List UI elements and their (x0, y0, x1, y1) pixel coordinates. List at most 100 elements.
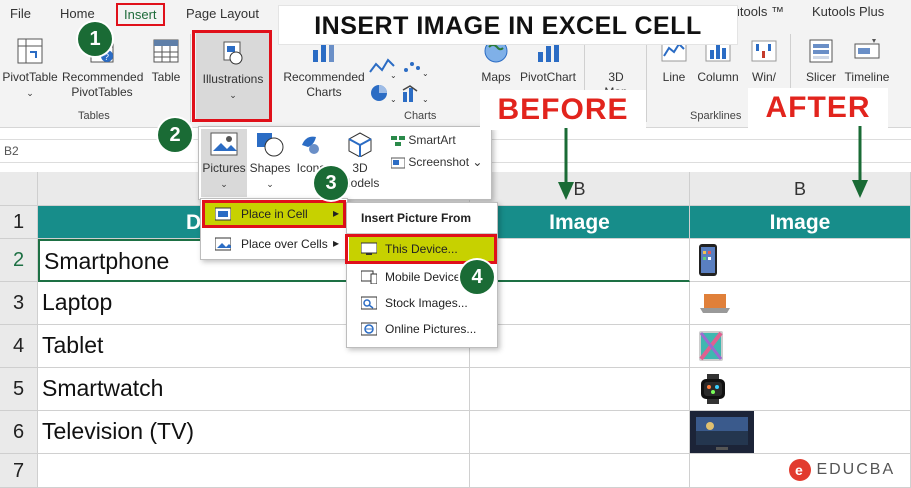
device-cell[interactable]: Television (TV) (38, 411, 470, 454)
slicer-label: Slicer (805, 70, 836, 84)
place-over-cells-icon (215, 237, 231, 251)
mobile-devices-icon (361, 270, 377, 284)
sparkline-column-label: Column (697, 70, 739, 84)
online-pictures-item[interactable]: Online Pictures... (349, 317, 495, 341)
screenshot-icon (390, 157, 406, 169)
empty-cell[interactable] (38, 454, 470, 488)
image-header-before[interactable]: Image (470, 206, 690, 239)
stock-images-label: Stock Images... (385, 296, 468, 310)
online-pictures-label: Online Pictures... (385, 322, 477, 336)
before-arrow-icon (558, 128, 574, 200)
educba-logo-icon: e (789, 459, 811, 481)
image-cell-after[interactable] (690, 282, 911, 325)
table-button[interactable]: Table (146, 36, 186, 85)
tab-kutools-plus[interactable]: Kutools Plus (812, 4, 884, 19)
row-header[interactable]: 2 (0, 239, 38, 282)
smartwatch-image (701, 374, 725, 404)
line-chart-icon[interactable]: ⌄ (368, 56, 396, 78)
educba-text: EDUCBA (816, 461, 896, 478)
3d-map-label-1: 3D (608, 70, 624, 84)
image-cell-before[interactable] (470, 325, 690, 368)
step-3-badge: 3 (314, 166, 348, 200)
tab-page-layout[interactable]: Page Layout (180, 4, 265, 23)
charts-group-label: Charts (404, 110, 437, 122)
image-cell-before[interactable] (470, 239, 690, 282)
image-cell-after[interactable] (690, 239, 911, 282)
timeline-label: Timeline (844, 70, 890, 84)
sparkline-winloss-button[interactable]: Win/ (746, 36, 782, 85)
pictures-label: Pictures (202, 161, 246, 175)
image-cell-after[interactable] (690, 411, 911, 454)
empty-cell[interactable] (470, 454, 690, 488)
column-header-b-after[interactable]: B (690, 172, 911, 206)
screenshot-button[interactable]: Screenshot ⌄ (390, 155, 482, 169)
icons-icon (302, 136, 319, 154)
row-header[interactable]: 7 (0, 454, 38, 488)
stock-images-icon (361, 296, 377, 310)
timeline-button[interactable]: Timeline (842, 36, 892, 85)
pivot-table-icon (17, 38, 43, 64)
pie-chart-icon[interactable]: ⌄ (368, 82, 396, 104)
sparklines-group-label: Sparklines (690, 110, 742, 122)
smartart-label: SmartArt (408, 133, 456, 147)
submenu-arrow-icon: ▸ (333, 236, 340, 250)
image-cell-after[interactable] (690, 325, 911, 368)
educba-watermark: e EDUCBA (788, 458, 895, 484)
row-header[interactable]: 5 (0, 368, 38, 411)
stock-images-item[interactable]: Stock Images... (349, 291, 495, 315)
tab-file[interactable]: File (4, 4, 37, 23)
name-box[interactable]: B2 (4, 144, 19, 158)
image-cell-before[interactable] (470, 368, 690, 411)
recommended-charts-label-2: Charts (306, 85, 342, 99)
ribbon-separator (190, 34, 191, 122)
tab-home[interactable]: Home (54, 4, 101, 23)
pictures-button[interactable]: Pictures ⌄ (201, 131, 247, 192)
table-icon (153, 39, 179, 63)
pivot-table-button[interactable]: PivotTable ⌄ (2, 36, 58, 101)
select-all-corner[interactable] (0, 172, 38, 206)
recommended-charts-label-1: Recommended (283, 70, 365, 84)
combo-chart-icon[interactable]: ⌄ (400, 82, 428, 104)
image-cell-before[interactable] (470, 282, 690, 325)
svg-text:⌄: ⌄ (390, 71, 396, 78)
sparkline-line-label: Line (662, 70, 686, 84)
ribbon-separator (646, 34, 647, 122)
row-header[interactable]: 1 (0, 206, 38, 239)
place-over-cells-item[interactable]: Place over Cells ▸ (203, 231, 345, 257)
step-1-badge: 1 (78, 22, 112, 56)
before-label: BEFORE (480, 90, 646, 130)
maps-label: Maps (481, 70, 511, 84)
device-cell[interactable]: Smartwatch (38, 368, 470, 411)
tab-insert[interactable]: Insert (116, 3, 165, 26)
sparkline-winloss-icon (751, 40, 777, 62)
place-over-cells-label: Place over Cells (241, 237, 328, 251)
tablet-image (699, 331, 723, 361)
step-4-badge: 4 (460, 260, 494, 294)
svg-text:⌄: ⌄ (422, 69, 428, 78)
timeline-icon (854, 39, 880, 59)
title-banner: INSERT IMAGE IN EXCEL CELL (278, 5, 738, 45)
pictures-icon (210, 132, 238, 156)
smartart-icon (391, 135, 405, 146)
table-label: Table (151, 70, 181, 84)
slicer-button[interactable]: Slicer (800, 36, 842, 85)
laptop-image (700, 294, 730, 313)
shapes-button[interactable]: Shapes ⌄ (249, 131, 291, 192)
image-header-after[interactable]: Image (690, 206, 911, 239)
row-header[interactable]: 6 (0, 411, 38, 454)
svg-text:?: ? (104, 52, 109, 62)
shapes-icon (257, 133, 284, 157)
row-header[interactable]: 4 (0, 325, 38, 368)
scatter-chart-icon[interactable]: ⌄ (400, 56, 428, 78)
pivot-table-label: PivotTable (2, 70, 58, 84)
row-header[interactable]: 3 (0, 282, 38, 325)
image-cell-before[interactable] (470, 411, 690, 454)
smartart-button[interactable]: SmartArt (391, 133, 456, 147)
tables-group-label: Tables (78, 110, 110, 122)
image-cell-after[interactable] (690, 368, 911, 411)
screenshot-label: Screenshot (408, 155, 470, 169)
column-header-b-before[interactable]: B (470, 172, 690, 206)
place-in-cell-highlight (202, 200, 346, 228)
pivot-chart-label: PivotChart (519, 70, 577, 84)
3d-models-icon (348, 132, 372, 157)
